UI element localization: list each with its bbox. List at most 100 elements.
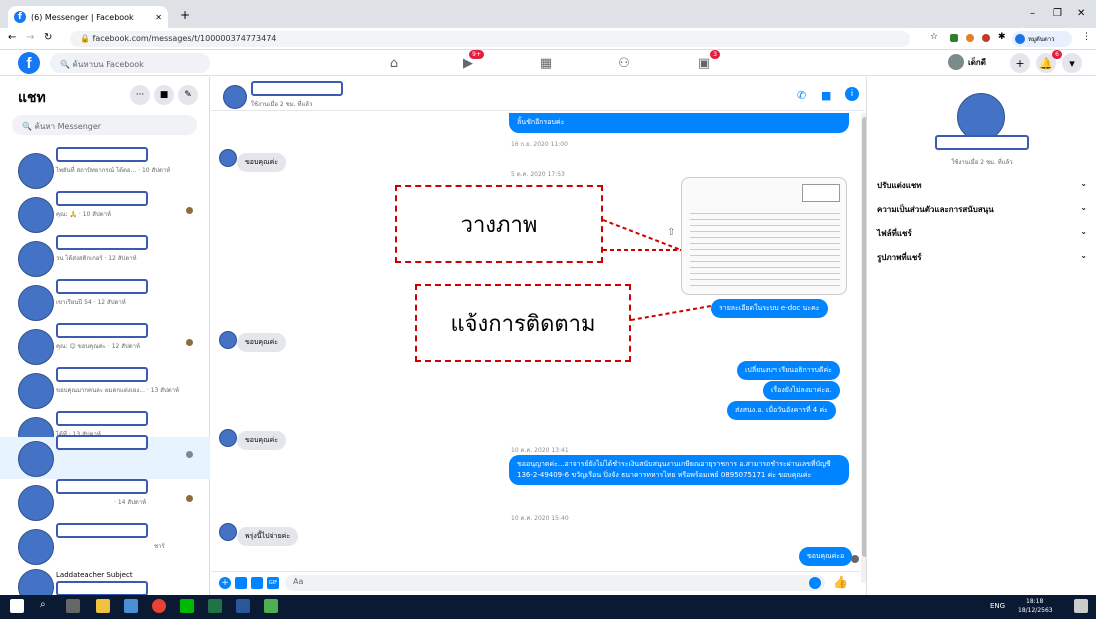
shared-files-option[interactable]: ไฟล์ที่แชร์ ⌄	[877, 227, 1087, 240]
customize-chat-option[interactable]: ปรับแต่งแชท ⌄	[877, 179, 1087, 192]
info-icon[interactable]: i	[845, 87, 859, 101]
incoming-message: ขอบคุณค่ะ	[237, 333, 287, 352]
notifications-icon[interactable]: 🔔 6	[1036, 50, 1062, 73]
home-icon[interactable]: ⌂	[384, 53, 404, 73]
puzzle-icon[interactable]: ✱	[998, 32, 1006, 42]
video-room-icon[interactable]: ■	[154, 85, 174, 105]
contact-avatar	[219, 429, 237, 447]
chat-list-item[interactable]: เขาเรียนปี 54 · 12 สัปดาห์	[18, 279, 203, 325]
url-field[interactable]: 🔒 facebook.com/messages/t/10000037477347…	[70, 31, 910, 47]
file-explorer-icon[interactable]	[96, 599, 110, 613]
create-button[interactable]: +	[1010, 53, 1030, 73]
search-icon[interactable]: ⌕	[40, 599, 54, 613]
seen-avatar	[186, 495, 193, 502]
word-icon[interactable]	[236, 599, 250, 613]
incoming-message: ขอบคุณค่ะ	[237, 153, 287, 172]
facebook-favicon-icon: f	[14, 11, 26, 23]
redacted-name	[56, 235, 148, 250]
extension-icon[interactable]	[950, 34, 958, 42]
phone-icon[interactable]: ✆	[797, 89, 806, 102]
outgoing-message: ขออนุญาตค่ะ...อาจารย์ยังไม่ได้ชำระเงินสน…	[509, 455, 849, 485]
message-input[interactable]: Aa	[285, 575, 825, 591]
privacy-support-option[interactable]: ความเป็นส่วนตัวและการสนับสนุน ⌄	[877, 203, 1087, 216]
account-menu-icon[interactable]: ▾	[1062, 53, 1082, 73]
seen-avatar	[186, 339, 193, 346]
extension-icon[interactable]	[966, 34, 974, 42]
sticker-icon[interactable]	[251, 577, 263, 589]
clock-time: 18:18	[1026, 598, 1044, 605]
bookmark-star-icon[interactable]: ☆	[930, 32, 938, 42]
emoji-icon[interactable]	[809, 577, 821, 589]
extension-icon[interactable]	[982, 34, 990, 42]
facebook-search-input[interactable]: 🔍 ค้นหาบน Facebook	[50, 53, 210, 73]
conversation-header: ใช้งานเมื่อ 2 ชม. ที่แล้ว ✆ ■ i	[211, 77, 865, 111]
chat-list-item[interactable]: ขอบคุณมากคนละ ผมตกแต่งเอง... · 13 สัปดาห…	[18, 367, 203, 413]
shared-photos-option[interactable]: รูปภาพที่แชร์ ⌄	[877, 251, 1087, 264]
profile-shortcut[interactable]: เด็กดี	[948, 54, 986, 70]
maximize-icon[interactable]: ❐	[1053, 8, 1062, 19]
callout-follow-label: แจ้งการติดตาม	[450, 311, 596, 337]
chat-list-item[interactable]: · 14 สัปดาห์	[18, 479, 203, 525]
minimize-icon[interactable]: –	[1030, 8, 1035, 19]
callout-box-image: วางภาพ	[395, 185, 603, 263]
page: f (6) Messenger | Facebook ✕ + – ❐ ✕ ← →…	[0, 0, 1096, 619]
line-icon[interactable]	[180, 599, 194, 613]
share-icon[interactable]: ⇧	[667, 227, 675, 238]
task-view-icon[interactable]	[66, 599, 80, 613]
chrome-icon[interactable]	[152, 599, 166, 613]
back-icon[interactable]: ←	[8, 32, 16, 43]
conversation-info-panel: ใช้งานเมื่อ 2 ชม. ที่แล้ว ปรับแต่งแชท ⌄ ค…	[866, 77, 1096, 595]
notifications-center-icon[interactable]	[1074, 599, 1088, 613]
shared-document-image[interactable]	[681, 177, 847, 295]
timestamp: 16 ก.ย. 2020 11:00	[511, 141, 568, 148]
callout-image-label: วางภาพ	[460, 212, 538, 238]
gif-icon[interactable]: GIF	[267, 577, 279, 589]
messenger-search-input[interactable]: 🔍 ค้นหา Messenger	[12, 115, 197, 135]
plus-icon[interactable]: +	[219, 577, 231, 589]
user-avatar	[948, 54, 964, 70]
redacted-name	[56, 323, 148, 338]
messenger-search-placeholder: ค้นหา Messenger	[34, 122, 102, 131]
excel-icon[interactable]	[208, 599, 222, 613]
browser-menu-icon[interactable]: ⋮	[1082, 32, 1091, 42]
chat-list-item-active[interactable]	[18, 435, 203, 481]
profile-button[interactable]: หมูตันดาว	[1012, 31, 1072, 47]
photo-icon[interactable]	[235, 577, 247, 589]
close-window-icon[interactable]: ✕	[1077, 8, 1085, 19]
seen-avatar	[186, 207, 193, 214]
chat-list-item[interactable]: ชาร์	[18, 523, 203, 569]
groups-icon[interactable]: ⚇	[614, 53, 634, 73]
gaming-icon[interactable]: ▣ 3	[694, 50, 720, 73]
document-lines	[690, 208, 840, 288]
photos-icon[interactable]	[124, 599, 138, 613]
chat-list-item[interactable]: คุณ: 😊 ขอบคุณค่ะ · 12 สัปดาห์	[18, 323, 203, 369]
avatar	[18, 329, 54, 365]
marketplace-icon[interactable]: ▦	[536, 53, 556, 73]
redacted-name	[56, 435, 148, 450]
timestamp: 10 ต.ค. 2020 13:41	[511, 447, 569, 454]
new-message-icon[interactable]: ✎	[178, 85, 198, 105]
option-label: ความเป็นส่วนตัวและการสนับสนุน	[877, 205, 994, 214]
chat-preview: · 14 สัปดาห์	[114, 499, 147, 506]
like-icon[interactable]: 👍	[833, 575, 848, 589]
reload-icon[interactable]: ↻	[44, 32, 52, 43]
more-options-icon[interactable]: ···	[130, 85, 150, 105]
redacted-name	[56, 367, 148, 382]
contact-avatar	[219, 523, 237, 541]
close-tab-icon[interactable]: ✕	[155, 13, 162, 22]
video-call-icon[interactable]: ■	[821, 89, 831, 102]
new-tab-icon[interactable]: +	[180, 8, 190, 22]
chat-list-item[interactable]: ไพยันที่ สถาบิทยากรณ์ ได้ตอ... · 10 สัปด…	[18, 147, 203, 193]
watch-icon[interactable]: ▶ 9+	[458, 50, 484, 73]
facebook-logo-icon[interactable]: f	[18, 52, 40, 74]
chat-list-item[interactable]: วน ได้ส่งสติกเกอร์ · 12 สัปดาห์	[18, 235, 203, 281]
document-stamp	[802, 184, 840, 202]
language-indicator[interactable]: ENG	[990, 602, 1005, 610]
chevron-down-icon: ⌄	[1080, 179, 1087, 188]
forward-icon[interactable]: →	[26, 32, 34, 43]
chat-list-item[interactable]: คุณ: 🙏 · 10 สัปดาห์	[18, 191, 203, 237]
windows-start-icon[interactable]	[10, 599, 24, 613]
browser-tab[interactable]: f (6) Messenger | Facebook ✕	[8, 6, 168, 28]
message-text: ลิ้นชักอีกรอบค่ะ	[517, 118, 565, 126]
app-icon[interactable]	[264, 599, 278, 613]
